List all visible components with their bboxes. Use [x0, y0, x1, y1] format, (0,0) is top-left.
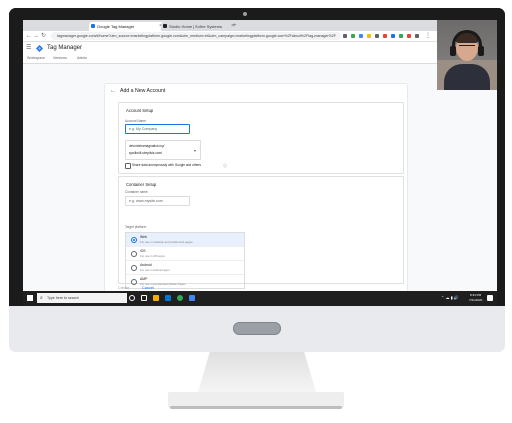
browser-tab-label: Studio Home | Ezfire Systems: [169, 24, 223, 29]
account-setup-card: Account Setup Account Name e.g. My Compa…: [118, 102, 404, 174]
task-view-icon[interactable]: [141, 295, 147, 301]
monitor-bezel-right: [497, 8, 505, 306]
share-data-label: Share data anonymously with Google and o…: [132, 163, 201, 167]
bookmark-star-icon[interactable]: [343, 34, 347, 38]
notification-icon[interactable]: [487, 295, 493, 301]
windows-taskbar: ⌕ Type here to search ⌃ ☁ ▮ 🔊 8:34 PM 7/…: [23, 291, 497, 306]
taskbar-time: 8:34 PM: [470, 293, 482, 297]
camera-icon: [243, 12, 247, 16]
hamburger-menu-icon[interactable]: ☰: [26, 45, 31, 51]
app-tab-bar: Workspace Versions Admin: [23, 55, 497, 64]
browser-tab-studio[interactable]: Studio Home | Ezfire Systems ×: [161, 22, 237, 31]
panel-title: Add a New Account: [120, 88, 166, 94]
extension-icon[interactable]: [359, 34, 363, 38]
tab-admin[interactable]: Admin: [77, 55, 87, 62]
gtm-favicon-icon: [91, 24, 95, 28]
new-tab-button[interactable]: +: [233, 22, 237, 30]
screen: Google Tag Manager × Studio Home | Ezfir…: [23, 20, 497, 306]
monitor: Google Tag Manager × Studio Home | Ezfir…: [9, 8, 505, 352]
app-icon[interactable]: [189, 295, 195, 301]
address-bar[interactable]: tagmanager.google.com/#/home?utm_source=…: [51, 32, 341, 40]
webcam-person-shirt: [444, 64, 490, 90]
windows-start-icon[interactable]: [27, 295, 33, 301]
platform-description: For use in Android apps: [140, 268, 170, 272]
browser-tab-strip: Google Tag Manager × Studio Home | Ezfir…: [23, 20, 497, 31]
platform-description: For use in iOS apps: [140, 254, 165, 258]
platform-name: Web: [140, 235, 147, 239]
platform-option-ios[interactable]: iOS For use in iOS apps: [126, 247, 244, 261]
platform-option-web[interactable]: Web For use on desktop and mobile web pa…: [126, 233, 244, 247]
cortana-icon[interactable]: [129, 295, 135, 301]
radio-selected-icon[interactable]: [131, 237, 137, 243]
headphone-cup: [478, 46, 484, 56]
account-setup-title: Account Setup: [126, 108, 154, 113]
taskbar-date: 7/21/2020: [469, 298, 483, 302]
extension-icon[interactable]: [375, 34, 379, 38]
more-vert-icon[interactable]: ⋮: [425, 32, 431, 40]
extension-icon[interactable]: [351, 34, 355, 38]
search-icon: ⌕: [40, 295, 43, 301]
share-data-checkbox[interactable]: [125, 163, 131, 169]
tray-icons[interactable]: ⌃ ☁ ▮ 🔊: [441, 295, 459, 300]
chrome-icon[interactable]: [177, 295, 183, 301]
account-name-input[interactable]: e.g. My Company: [125, 124, 190, 134]
headphone-cup: [450, 46, 456, 56]
country-select[interactable]: devonteiramagnatics.my/ spoilbuilt.simpl…: [125, 140, 201, 160]
help-circle-icon[interactable]: ⓘ: [223, 163, 227, 168]
container-name-label: Container name: [125, 190, 148, 194]
extension-icon[interactable]: [367, 34, 371, 38]
target-platform-list: Web For use on desktop and mobile web pa…: [125, 232, 245, 289]
radio-icon[interactable]: [131, 265, 137, 271]
platform-description: For use on desktop and mobile web pages: [140, 240, 193, 244]
file-explorer-icon[interactable]: [153, 295, 159, 301]
browser-tab-gtm[interactable]: Google Tag Manager ×: [89, 22, 165, 31]
extension-icon[interactable]: [383, 34, 387, 38]
cancel-button[interactable]: Cancel: [142, 286, 154, 290]
studio-favicon-icon: [163, 24, 167, 28]
platform-name: iOS: [140, 249, 146, 253]
radio-icon[interactable]: [131, 279, 137, 285]
extension-icon[interactable]: [407, 34, 411, 38]
monitor-bezel-top: [9, 8, 505, 20]
edge-icon[interactable]: [165, 295, 171, 301]
browser-tab-label: Google Tag Manager: [97, 24, 135, 29]
arrow-left-icon[interactable]: ←: [110, 88, 116, 94]
country-select-line: devonteiramagnatics.my/: [129, 144, 165, 148]
webcam-overlay: [437, 20, 497, 90]
container-name-input[interactable]: e.g. www.mysite.com: [125, 196, 190, 206]
monitor-stand-neck: [198, 352, 316, 392]
taskbar-search-input[interactable]: ⌕ Type here to search: [37, 293, 127, 303]
target-platform-label: Target platform: [125, 225, 147, 229]
platform-option-android[interactable]: Android For use in Android apps: [126, 261, 244, 275]
monitor-stand-base-edge: [170, 406, 342, 409]
extension-icon[interactable]: [399, 34, 403, 38]
forward-arrow-icon[interactable]: →: [33, 32, 39, 40]
monitor-chin: [9, 306, 505, 352]
monitor-bezel-left: [9, 8, 23, 306]
create-button[interactable]: Create: [118, 286, 129, 290]
profile-avatar-icon[interactable]: [415, 34, 419, 38]
browser-toolbar: ← → ↻ tagmanager.google.com/#/home?utm_s…: [23, 31, 497, 42]
back-arrow-icon[interactable]: ←: [26, 32, 32, 40]
extension-icon[interactable]: [391, 34, 395, 38]
radio-icon[interactable]: [131, 251, 137, 257]
platform-name: Android: [140, 263, 152, 267]
country-select-line: spoilbuilt.simplisis.com/: [129, 151, 163, 155]
reload-icon[interactable]: ↻: [41, 32, 46, 40]
chevron-down-icon: ▾: [193, 148, 196, 153]
tab-workspace[interactable]: Workspace: [27, 55, 45, 62]
app-header: ☰ Tag Manager: [23, 42, 497, 55]
account-name-label: Account Name: [125, 119, 146, 123]
tab-versions[interactable]: Versions: [53, 55, 67, 62]
add-account-panel: ← Add a New Account Account Setup Accoun…: [105, 84, 407, 294]
container-setup-card: Container Setup Container name e.g. www.…: [118, 176, 404, 289]
taskbar-search-placeholder: Type here to search: [47, 296, 79, 300]
container-setup-title: Container Setup: [126, 182, 157, 187]
platform-name: AMP: [140, 277, 148, 281]
app-title: Tag Manager: [47, 45, 83, 51]
power-button[interactable]: [233, 322, 281, 335]
tag-manager-logo-icon: [36, 45, 43, 52]
